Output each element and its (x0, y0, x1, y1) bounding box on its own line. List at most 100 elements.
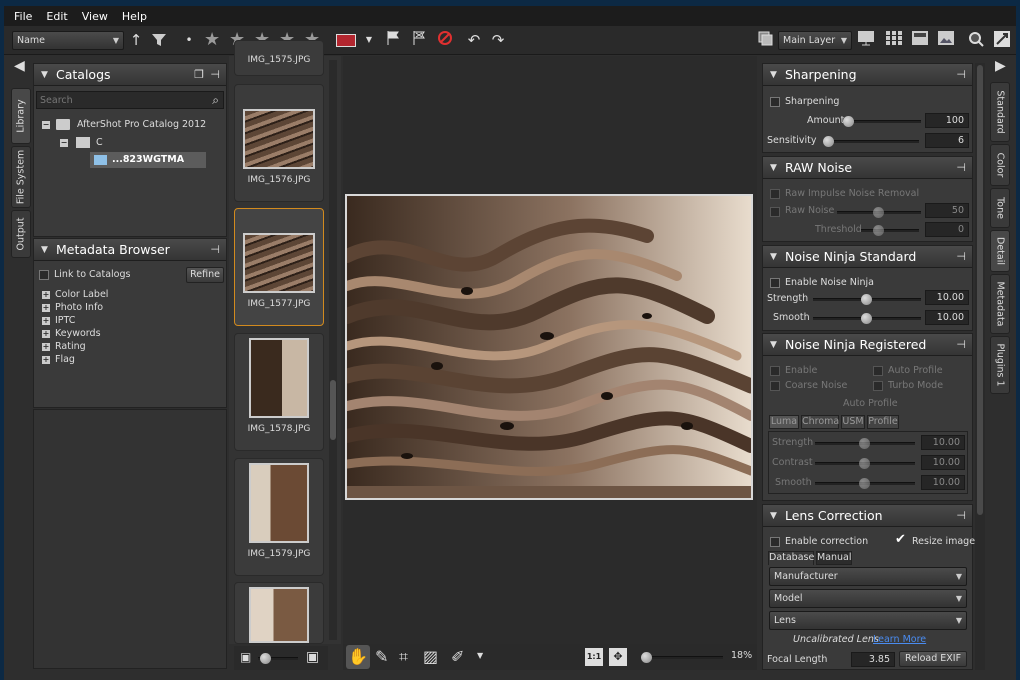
raw-noise-value[interactable]: 50 (925, 203, 969, 218)
color-label-swatch[interactable] (336, 34, 356, 47)
tab-profile[interactable]: Profile (867, 415, 899, 429)
chevron-down-icon[interactable]: ▼ (477, 651, 483, 660)
coarse-noise-checkbox[interactable] (770, 381, 780, 391)
sort-direction-icon[interactable]: ↑ (128, 30, 144, 50)
strength-slider[interactable] (815, 438, 915, 449)
expand-toggle-icon[interactable]: + (42, 356, 50, 364)
no-rating-icon[interactable]: • (184, 30, 194, 50)
learn-more-link[interactable]: Learn More (873, 634, 926, 645)
crop-icon[interactable]: ⌗ (399, 647, 408, 667)
collapse-triangle-icon[interactable]: ▼ (770, 64, 777, 86)
search-icon[interactable]: ⌕ (212, 93, 219, 108)
noise-ninja-registered-header[interactable]: ▼ Noise Ninja Registered ⊣ (763, 334, 972, 356)
main-image[interactable] (345, 194, 753, 500)
pin-icon[interactable]: ⊣ (210, 64, 220, 86)
zoom-icon[interactable] (966, 30, 986, 50)
auto-profile-button[interactable]: Auto Profile (843, 398, 898, 409)
pin-icon[interactable]: ⊣ (956, 246, 966, 268)
metadata-item-keywords[interactable]: Keywords (55, 328, 101, 339)
right-panel-scrollbar[interactable] (975, 63, 985, 670)
collapse-triangle-icon[interactable]: ▼ (770, 334, 777, 356)
collapse-triangle-icon[interactable]: ▼ (770, 246, 777, 268)
tab-detail[interactable]: Detail (990, 230, 1010, 272)
strength-value[interactable]: 10.00 (925, 290, 969, 305)
catalog-name[interactable]: AfterShot Pro Catalog 2012 (77, 119, 206, 130)
hand-tool-icon[interactable]: ✋ (346, 645, 370, 669)
sharpening-header[interactable]: ▼ Sharpening ⊣ (763, 64, 972, 86)
expand-toggle-icon[interactable]: + (42, 304, 50, 312)
sensitivity-value[interactable]: 6 (925, 133, 969, 148)
enable-noise-ninja-checkbox[interactable] (770, 278, 780, 288)
reload-exif-button[interactable]: Reload EXIF (899, 651, 967, 667)
slider-knob[interactable] (861, 313, 872, 324)
expand-toggle-icon[interactable]: + (42, 291, 50, 299)
single-view-icon[interactable] (936, 30, 956, 50)
collapse-triangle-icon[interactable]: ▼ (41, 239, 48, 261)
metadata-item-color-label[interactable]: Color Label (55, 289, 108, 300)
tab-manual[interactable]: Manual (816, 551, 852, 565)
large-thumb-icon[interactable]: ▣ (306, 649, 319, 665)
metadata-item-flag[interactable]: Flag (55, 354, 75, 365)
tab-color[interactable]: Color (990, 144, 1010, 186)
rotate-right-icon[interactable]: ↷ (488, 30, 508, 50)
sensitivity-slider[interactable] (823, 136, 919, 147)
enable-checkbox[interactable] (770, 366, 780, 376)
pin-icon[interactable]: ⊣ (956, 64, 966, 86)
smooth-value[interactable]: 10.00 (925, 310, 969, 325)
contrast-slider[interactable] (815, 458, 915, 469)
link-to-catalogs-checkbox[interactable] (39, 270, 49, 280)
sharpening-checkbox[interactable] (770, 97, 780, 107)
slider-knob[interactable] (843, 116, 854, 127)
fullscreen-icon[interactable] (992, 30, 1012, 50)
strength-slider[interactable] (813, 294, 921, 305)
turbo-mode-checkbox[interactable] (873, 381, 883, 391)
lens-select[interactable]: Lens ▼ (769, 611, 967, 630)
slider-knob[interactable] (859, 478, 870, 489)
pin-icon[interactable]: ⊣ (956, 334, 966, 356)
raw-noise-slider[interactable] (837, 207, 921, 218)
thumbnail-size-slider[interactable] (258, 653, 298, 664)
expand-toggle-icon[interactable]: + (42, 343, 50, 351)
tab-luma[interactable]: Luma (769, 415, 799, 429)
filmstrip-item[interactable] (234, 582, 324, 644)
slider-knob[interactable] (873, 225, 884, 236)
layer-select[interactable]: Main Layer ▼ (778, 31, 852, 50)
tab-plugins[interactable]: Plugins 1 (990, 336, 1010, 394)
pin-icon[interactable]: ⊣ (210, 239, 220, 261)
flag-icon[interactable] (384, 30, 402, 50)
expand-toggle-icon[interactable]: − (42, 121, 50, 129)
raw-noise-checkbox[interactable] (770, 207, 780, 217)
collapse-left-icon[interactable]: ◀ (14, 58, 25, 74)
tab-metadata[interactable]: Metadata (990, 274, 1010, 334)
slider-knob[interactable] (859, 458, 870, 469)
menu-help[interactable]: Help (122, 10, 147, 23)
checkmark-icon[interactable]: ✔ (895, 532, 906, 547)
pin-icon[interactable]: ⊣ (956, 157, 966, 179)
brush-icon[interactable]: ✐ (451, 647, 464, 666)
slider-knob[interactable] (641, 652, 652, 663)
slider-knob[interactable] (859, 438, 870, 449)
catalogs-header[interactable]: ▼ Catalogs ❐ ⊣ (34, 64, 226, 86)
eyedropper-icon[interactable]: ✎ (375, 647, 388, 666)
auto-profile-checkbox[interactable] (873, 366, 883, 376)
raw-impulse-checkbox[interactable] (770, 189, 780, 199)
model-select[interactable]: Model ▼ (769, 589, 967, 608)
filmstrip-item[interactable]: IMG_1575.JPG (234, 40, 324, 76)
small-thumb-icon[interactable]: ▣ (240, 650, 251, 664)
metadata-browser-header[interactable]: ▼ Metadata Browser ⊣ (34, 239, 226, 261)
menu-view[interactable]: View (82, 10, 108, 23)
tab-database[interactable]: Database (768, 551, 814, 565)
fit-screen-icon[interactable]: ✥ (609, 648, 627, 666)
tab-tone[interactable]: Tone (990, 188, 1010, 228)
slider-knob[interactable] (873, 207, 884, 218)
manufacturer-select[interactable]: Manufacturer ▼ (769, 567, 967, 586)
filmstrip-item[interactable]: IMG_1576.JPG (234, 84, 324, 202)
grid-view-icon[interactable] (884, 30, 904, 50)
strength-value[interactable]: 10.00 (921, 435, 965, 450)
zoom-100-button[interactable]: 1:1 (585, 648, 603, 666)
tab-usm[interactable]: USM (841, 415, 865, 429)
filmstrip-scrollbar[interactable] (329, 60, 337, 640)
filmstrip-scroll-thumb[interactable] (330, 380, 336, 440)
tab-chroma[interactable]: Chroma (801, 415, 839, 429)
tab-library[interactable]: Library (11, 88, 31, 144)
